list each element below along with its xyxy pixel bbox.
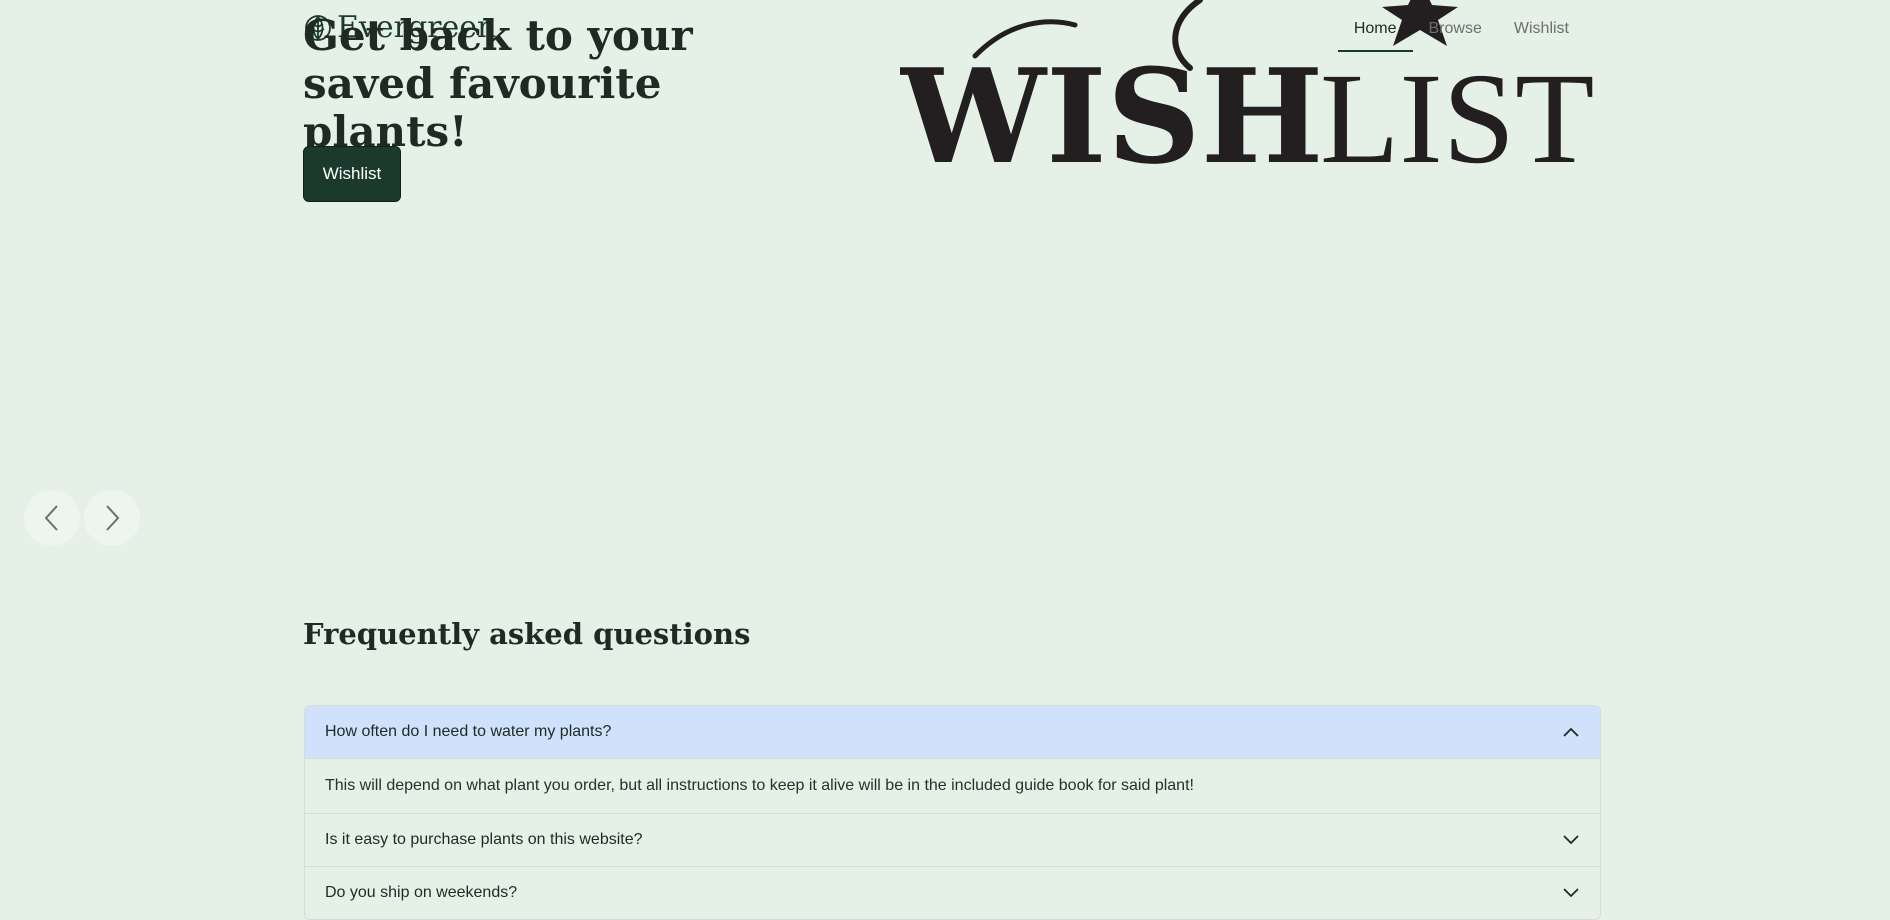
faq-item: Is it easy to purchase plants on this we… <box>305 814 1600 867</box>
carousel-next-button[interactable] <box>84 490 140 546</box>
hero-title: Get back to your saved favourite plants! <box>303 11 693 156</box>
page: Evergreen Home Browse Wishlist Get back … <box>0 0 1890 920</box>
faq-question-toggle[interactable]: How often do I need to water my plants? <box>305 706 1600 758</box>
faq-question-text: How often do I need to water my plants? <box>325 723 612 740</box>
nav-wishlist[interactable]: Wishlist <box>1498 16 1585 52</box>
chevron-up-icon <box>1563 727 1579 737</box>
nav-home[interactable]: Home <box>1337 16 1413 52</box>
chevron-right-icon <box>106 505 120 531</box>
faq-heading: Frequently asked questions <box>303 617 751 651</box>
faq-accordion: How often do I need to water my plants? … <box>304 705 1601 920</box>
faq-item: How often do I need to water my plants? … <box>305 706 1600 814</box>
faq-item: Do you ship on weekends? <box>305 867 1600 919</box>
chevron-down-icon <box>1563 888 1579 898</box>
svg-text:LIST: LIST <box>1320 47 1594 180</box>
faq-answer: This will depend on what plant you order… <box>305 758 1600 813</box>
faq-question-text: Is it easy to purchase plants on this we… <box>325 831 643 848</box>
faq-question-text: Do you ship on weekends? <box>325 884 518 901</box>
faq-question-toggle[interactable]: Is it easy to purchase plants on this we… <box>305 814 1600 866</box>
chevron-down-icon <box>1563 835 1579 845</box>
faq-question-toggle[interactable]: Do you ship on weekends? <box>305 867 1600 919</box>
svg-text:WISH: WISH <box>900 40 1324 180</box>
wishlist-button[interactable]: Wishlist <box>303 146 401 202</box>
main-nav: Home Browse Wishlist <box>1337 16 1585 52</box>
nav-browse[interactable]: Browse <box>1413 16 1498 52</box>
carousel-prev-button[interactable] <box>24 490 80 546</box>
chevron-left-icon <box>44 505 58 531</box>
